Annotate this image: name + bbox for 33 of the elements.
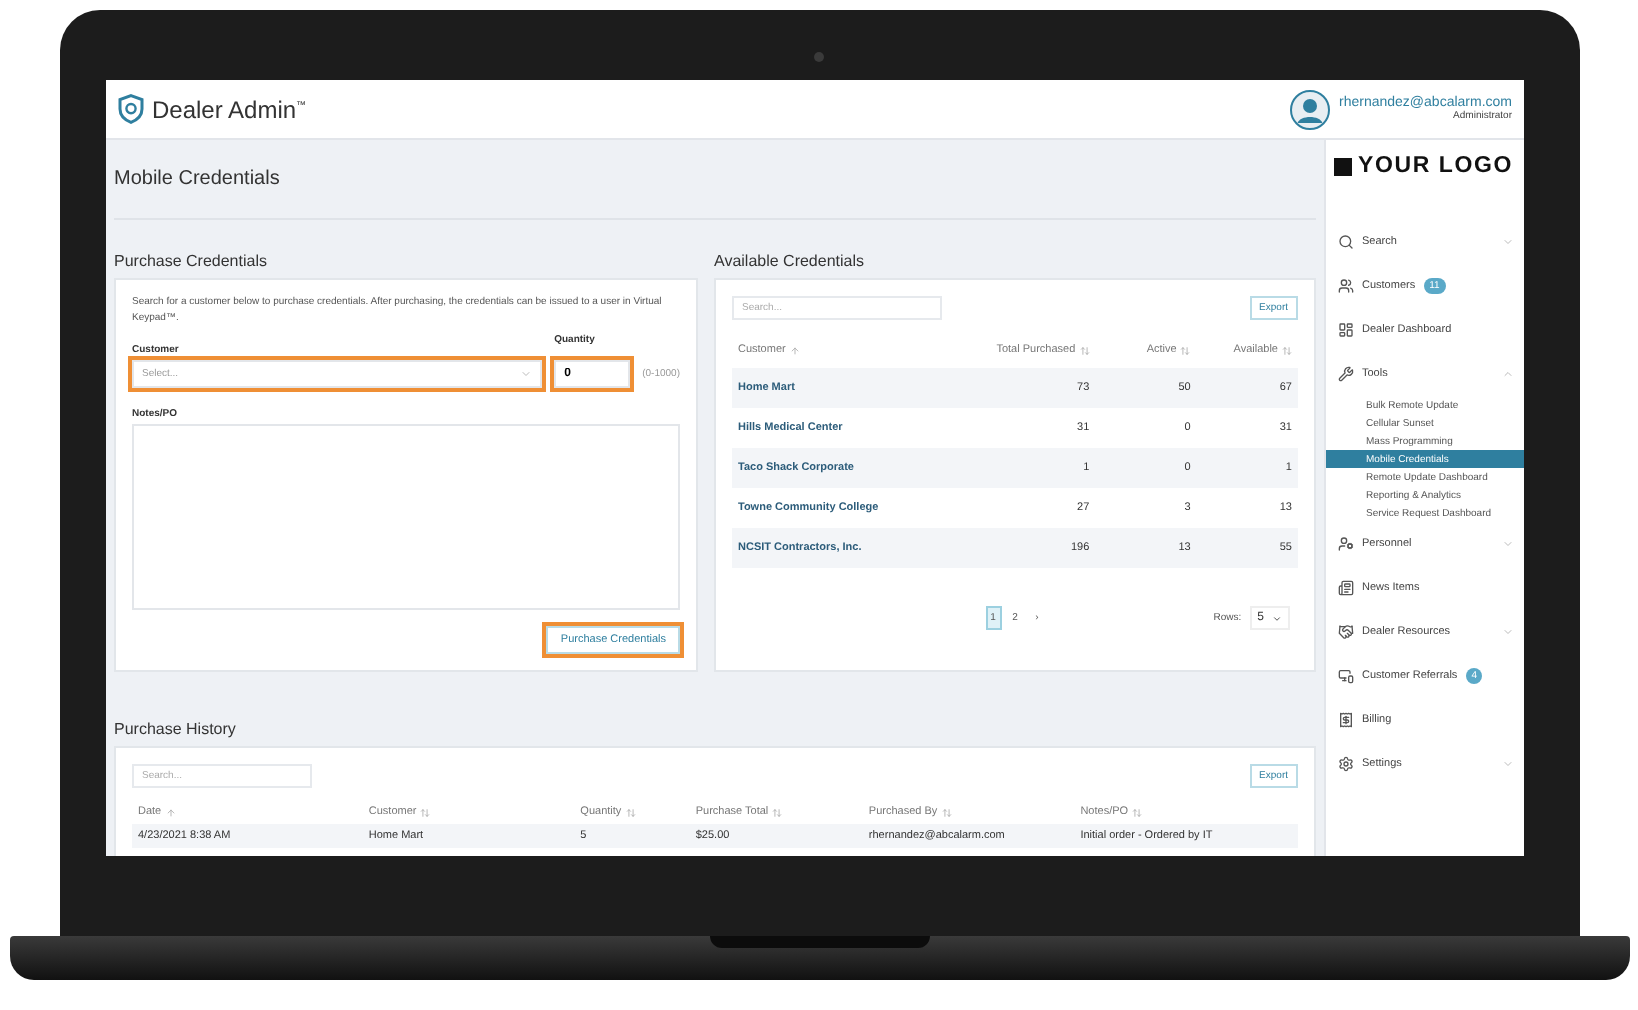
sort-icon: [772, 807, 783, 817]
nav-icon: [1338, 668, 1354, 684]
caret-icon: [1272, 613, 1282, 623]
sort-icon: [420, 807, 431, 817]
section-title: Purchase Credentials: [114, 250, 269, 274]
section-title: Available Credentials: [714, 250, 867, 274]
nav-icon: [1338, 580, 1354, 596]
page-title: Mobile Credentials: [114, 140, 1316, 220]
chevron-icon: [520, 368, 533, 380]
nav-icon: [1338, 234, 1354, 250]
nav-icon: [1338, 366, 1354, 382]
nav-icon: [1338, 278, 1354, 294]
sort-up-icon: [789, 345, 800, 355]
section-title: Purchase History: [114, 718, 238, 742]
sort-icon: [1180, 345, 1191, 355]
shield-logo-icon: [118, 94, 144, 124]
sort-up-icon: [165, 807, 176, 817]
notes-textarea[interactable]: [132, 424, 680, 610]
nav-icon: [1338, 322, 1354, 338]
sort-icon: [625, 807, 636, 817]
logo-text: YOUR LOGO: [1358, 154, 1513, 178]
sort-icon: [941, 807, 952, 817]
avatar-icon: [1289, 89, 1330, 129]
nav-icon: [1338, 756, 1354, 772]
nav-icon: [1338, 712, 1354, 728]
sort-icon: [1281, 345, 1292, 355]
app-title: Dealer Admin$^{™}$: [152, 95, 307, 123]
nav-icon: [1338, 536, 1354, 552]
sort-icon: [1079, 345, 1090, 355]
nav-icon: [1338, 624, 1354, 640]
logo-square-icon: [1334, 157, 1352, 175]
sort-icon: [1132, 807, 1143, 817]
camera-icon: [814, 52, 824, 62]
